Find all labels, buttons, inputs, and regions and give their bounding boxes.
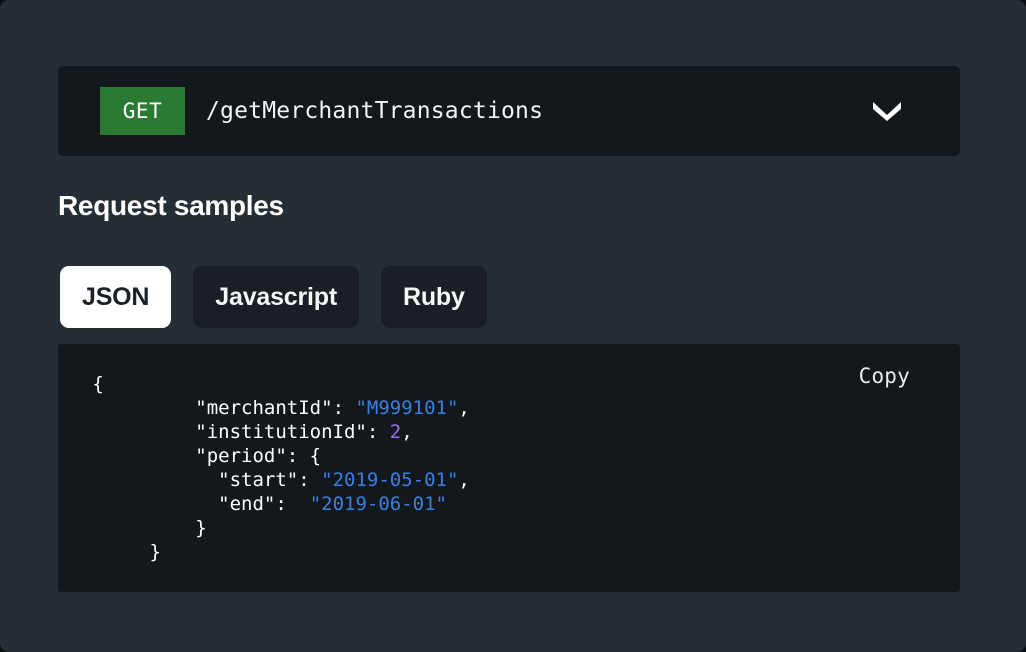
code-token: "2019-06-01": [309, 493, 447, 515]
code-line: "end": "2019-06-01": [58, 492, 470, 516]
code-token: "start": [218, 469, 299, 491]
code-token: "institutionId": [195, 421, 367, 443]
endpoint-header-bar[interactable]: GET /getMerchantTransactions: [58, 66, 960, 156]
code-token: "period": [195, 445, 287, 467]
code-token: ,: [458, 469, 470, 491]
code-line: }: [58, 516, 470, 540]
code-line: {: [58, 372, 470, 396]
endpoint-path: /getMerchantTransactions: [206, 98, 544, 124]
code-token: :: [366, 421, 390, 443]
code-token: ,: [458, 397, 470, 419]
chevron-down-icon: [871, 100, 903, 122]
code-token: "merchantId": [195, 397, 333, 419]
code-token: "end": [218, 493, 276, 515]
code-token: ,: [401, 421, 413, 443]
code-token: }: [195, 517, 207, 539]
code-token: {: [92, 373, 104, 395]
copy-button[interactable]: Copy: [859, 364, 910, 388]
code-token: : {: [286, 445, 322, 467]
code-line: "institutionId": 2,: [58, 420, 470, 444]
code-sample-text[interactable]: { "merchantId": "M999101", "institutionI…: [58, 372, 470, 564]
expand-endpoint-button[interactable]: [870, 94, 904, 128]
code-token: "2019-05-01": [321, 469, 459, 491]
tab-ruby[interactable]: Ruby: [380, 266, 487, 328]
http-method-badge: GET: [100, 87, 185, 135]
api-reference-page: GET /getMerchantTransactions Request sam…: [0, 0, 1026, 652]
tab-javascript[interactable]: Javascript: [193, 266, 359, 328]
code-token: "M999101": [355, 397, 459, 419]
code-token: }: [149, 541, 161, 563]
code-sample-panel: Copy { "merchantId": "M999101", "institu…: [58, 344, 960, 592]
code-token: :: [298, 469, 322, 491]
page-title: Request samples: [58, 190, 284, 221]
code-line: "merchantId": "M999101",: [58, 396, 470, 420]
request-sample-tabs: JSON Javascript Ruby: [60, 266, 487, 328]
tab-json[interactable]: JSON: [60, 266, 172, 328]
code-token: :: [332, 397, 356, 419]
code-token: 2: [389, 421, 402, 443]
code-line: "start": "2019-05-01",: [58, 468, 470, 492]
code-line: }: [58, 540, 470, 564]
code-token: :: [275, 493, 310, 515]
code-line: "period": {: [58, 444, 470, 468]
